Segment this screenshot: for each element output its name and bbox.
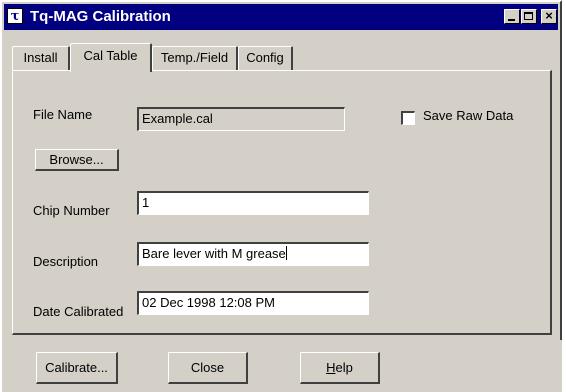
tab-temp-field[interactable]: Temp./Field — [152, 46, 238, 70]
file-name-label: File Name — [33, 107, 93, 122]
description-label: Description — [33, 254, 99, 269]
chip-number-input[interactable]: 1 — [137, 191, 369, 215]
app-tau-icon[interactable]: τ — [7, 8, 23, 24]
help-label-rest: elp — [335, 360, 353, 375]
minimize-icon — [508, 19, 515, 21]
tab-install[interactable]: Install — [12, 46, 70, 70]
browse-button[interactable]: Browse... — [35, 149, 119, 171]
minimize-button[interactable] — [504, 9, 520, 24]
cal-table-panel: File Name Example.cal Save Raw Data Brow… — [12, 70, 552, 335]
maximize-icon — [524, 12, 533, 20]
close-icon: × — [545, 8, 553, 23]
save-raw-data-label[interactable]: Save Raw Data — [423, 108, 513, 123]
tab-config[interactable]: Config — [238, 46, 293, 70]
button-bar: Calibrate... Close Help — [2, 340, 562, 392]
date-calibrated-input[interactable]: 02 Dec 1998 12:08 PM — [137, 291, 369, 315]
description-input[interactable]: Bare lever with M grease — [137, 242, 369, 266]
calibration-window: τ Tq-MAG Calibration × Install Cal Table… — [0, 0, 562, 392]
file-name-field: Example.cal — [137, 107, 345, 131]
text-cursor — [285, 246, 287, 260]
help-mnemonic: H — [326, 360, 336, 375]
chip-number-label: Chip Number — [33, 203, 110, 218]
help-button[interactable]: Help — [300, 352, 380, 384]
calibrate-button[interactable]: Calibrate... — [36, 352, 118, 384]
tab-cal-table[interactable]: Cal Table — [70, 43, 152, 72]
maximize-button[interactable] — [521, 9, 537, 24]
save-raw-data-checkbox[interactable] — [401, 111, 415, 125]
close-button[interactable]: Close — [168, 352, 248, 384]
date-calibrated-label: Date Calibrated — [33, 304, 124, 319]
close-window-button[interactable]: × — [541, 9, 557, 24]
title-bar[interactable]: τ Tq-MAG Calibration × — [4, 4, 558, 30]
description-text: Bare lever with M grease — [142, 246, 286, 261]
window-title: Tq-MAG Calibration — [30, 8, 171, 25]
